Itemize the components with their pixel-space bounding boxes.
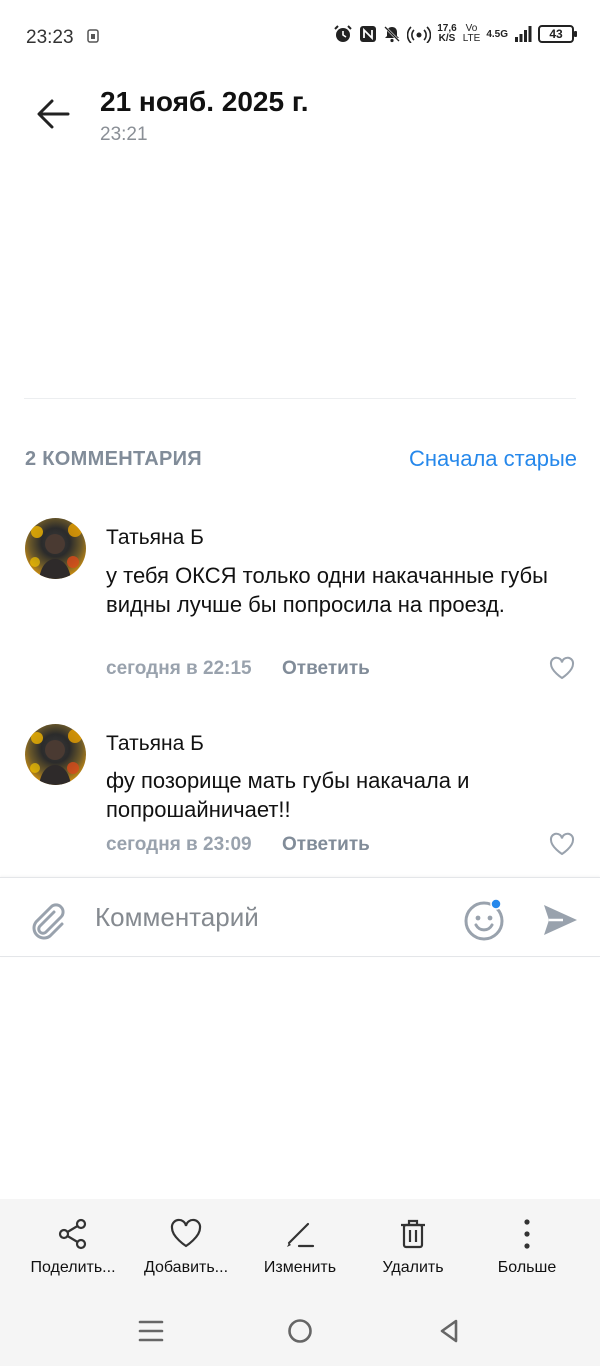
battery-indicator: 43 (538, 25, 577, 43)
like-button[interactable] (549, 656, 575, 680)
attach-button[interactable] (24, 898, 68, 942)
page-subtitle: 23:21 (100, 124, 148, 145)
edit-icon (287, 1222, 315, 1248)
status-bar: 23:23 17,6 K/S Vo LTE 4.5G 43 (0, 0, 600, 76)
system-nav-bar (0, 1300, 600, 1366)
avatar-image (30, 729, 82, 785)
comment-author[interactable]: Татьяна Б (106, 526, 204, 550)
menu-icon (138, 1320, 164, 1342)
comment-text: у тебя ОКСЯ только одни накачанные губы … (106, 563, 548, 617)
delete-button[interactable]: Удалить (358, 1217, 468, 1277)
nfc-icon (359, 25, 377, 43)
send-icon (544, 905, 577, 935)
volte-indicator: Vo LTE (463, 24, 481, 44)
network-speed: 17,6 K/S (437, 24, 456, 44)
comment-text: фу позорище мать губы накачала и попроша… (106, 768, 470, 822)
comments-count: 2 КОММЕНТАРИЯ (25, 448, 202, 470)
divider (24, 398, 576, 399)
home-button[interactable] (285, 1316, 315, 1346)
reply-button[interactable]: Ответить (282, 658, 370, 680)
arrow-left-icon (37, 99, 70, 129)
comment-time: сегодня в 22:15 (106, 658, 252, 679)
smile-icon (464, 898, 504, 941)
network-type: 4.5G (486, 28, 508, 40)
sim-icon (86, 29, 100, 48)
comment-time: сегодня в 23:09 (106, 834, 252, 855)
status-time: 23:23 (26, 27, 74, 48)
recent-apps-button[interactable] (136, 1316, 166, 1346)
avatar[interactable] (25, 518, 86, 579)
signal-icon (514, 25, 532, 43)
heart-icon (549, 656, 575, 680)
comment-input[interactable]: Комментарий (95, 902, 259, 933)
edit-button[interactable]: Изменить (245, 1217, 355, 1277)
reply-button[interactable]: Ответить (282, 834, 370, 856)
back-button[interactable] (30, 94, 76, 134)
alarm-icon (333, 24, 353, 44)
avatar-image (30, 523, 82, 579)
emoji-button[interactable] (462, 898, 506, 942)
page-title: 21 нояб. 2025 г. (100, 86, 309, 117)
sort-order-button[interactable]: Сначала старые (409, 446, 577, 472)
delete-label: Удалить (382, 1259, 444, 1276)
more-button[interactable]: Больше (472, 1217, 582, 1277)
post-header: 21 нояб. 2025 г. 23:21 (0, 76, 600, 166)
heart-icon (170, 1218, 202, 1248)
share-icon (58, 1218, 87, 1250)
home-circle-icon (288, 1319, 312, 1343)
status-icons: 17,6 K/S Vo LTE 4.5G 43 (333, 24, 577, 44)
comment-composer: Комментарий (0, 877, 600, 957)
share-button[interactable]: Поделить... (18, 1217, 128, 1277)
mute-icon (383, 25, 401, 43)
volte-bottom: LTE (462, 33, 481, 44)
favorite-label: Добавить... (143, 1259, 229, 1276)
heart-icon (549, 832, 575, 856)
hotspot-icon (407, 25, 432, 43)
favorite-button[interactable]: Добавить... (131, 1217, 241, 1277)
nav-back-button[interactable] (434, 1316, 464, 1346)
more-label: Больше (497, 1259, 557, 1276)
back-triangle-icon (440, 1319, 458, 1343)
more-icon (524, 1219, 530, 1249)
share-label: Поделить... (30, 1259, 116, 1276)
like-button[interactable] (549, 832, 575, 856)
avatar[interactable] (25, 724, 86, 785)
paperclip-icon (32, 903, 65, 940)
trash-icon (401, 1219, 425, 1249)
send-button[interactable] (540, 900, 580, 940)
comment-author[interactable]: Татьяна Б (106, 732, 204, 756)
speed-unit: K/S (438, 33, 456, 44)
edit-label: Изменить (263, 1259, 337, 1276)
comments-header: 2 КОММЕНТАРИЯ Сначала старые (25, 446, 577, 474)
